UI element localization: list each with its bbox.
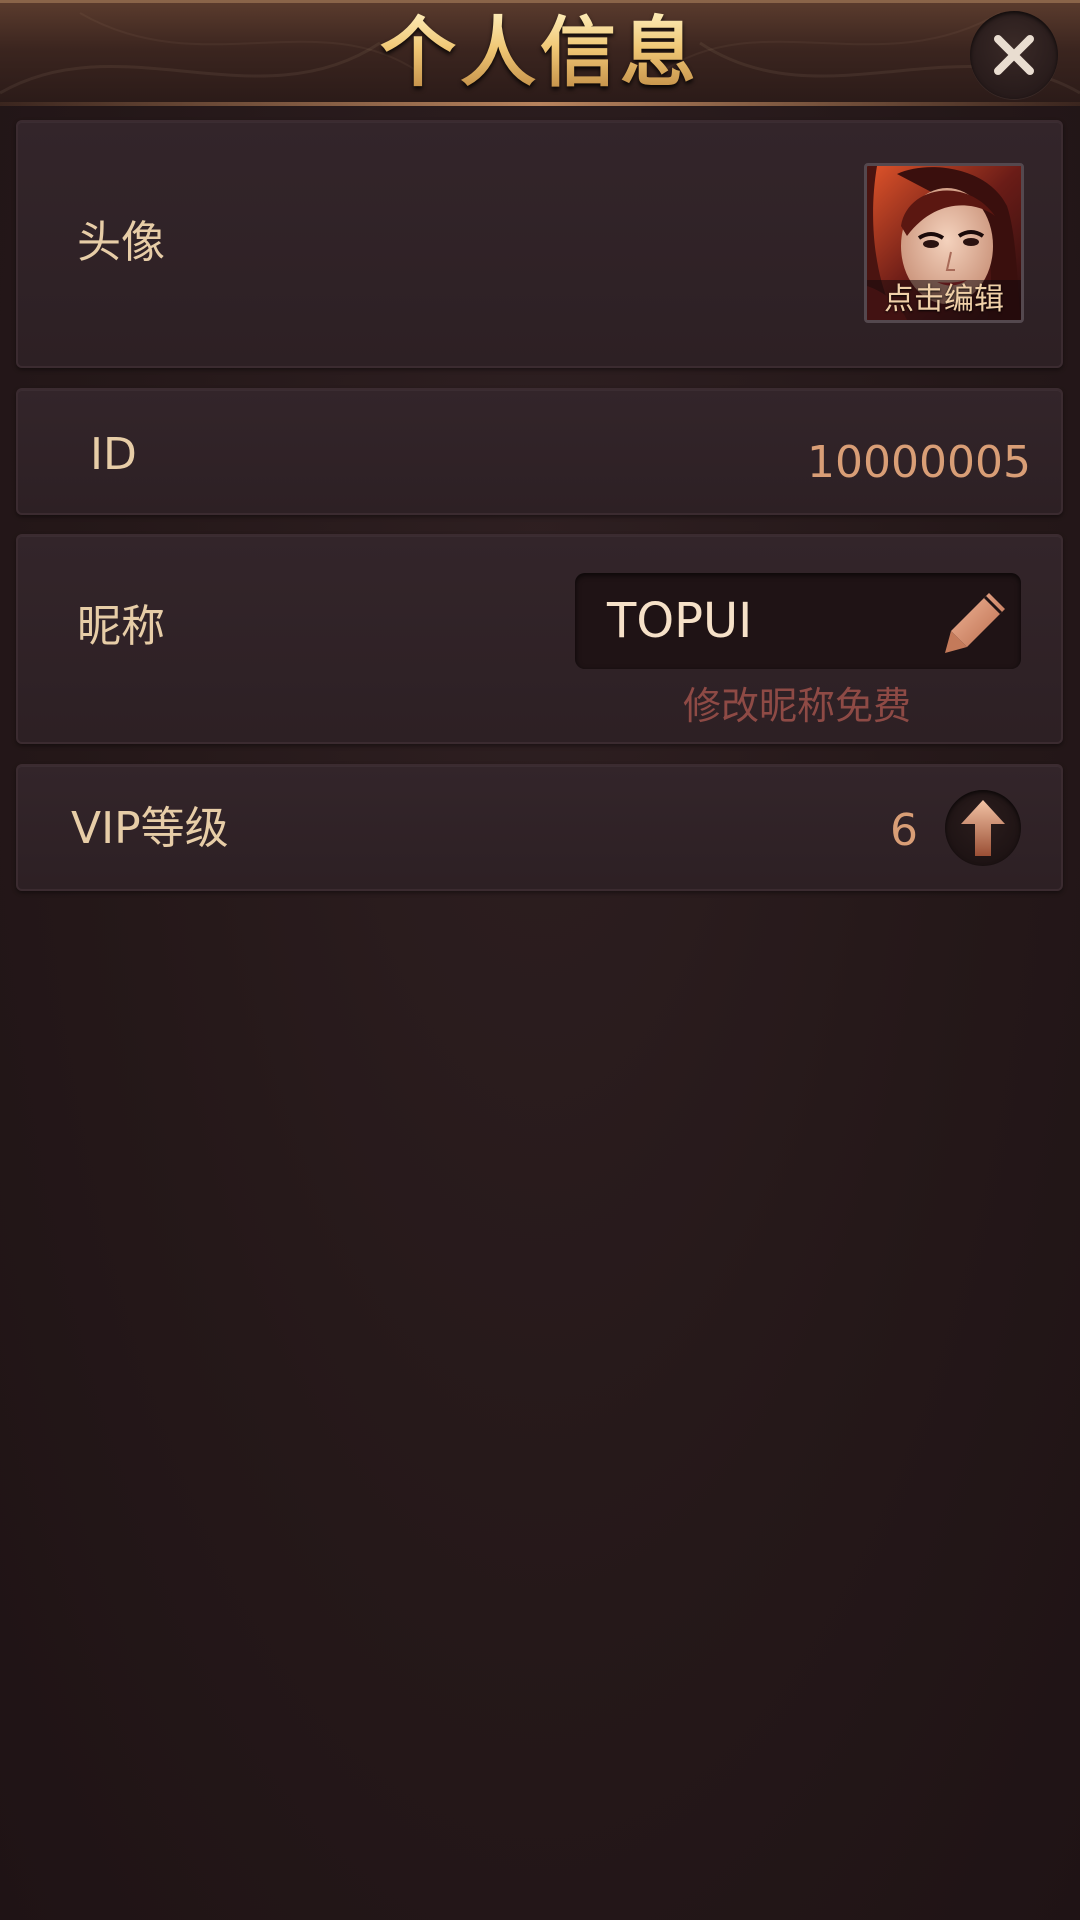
vip-level-value: 6 (890, 805, 918, 856)
avatar[interactable]: 点击编辑 (864, 163, 1024, 323)
header-bar: 个人信息 (0, 0, 1080, 106)
vip-panel: VIP等级 6 (16, 764, 1063, 891)
nickname-hint: 修改昵称免费 (683, 684, 912, 728)
close-icon (994, 35, 1034, 75)
nickname-value: TOPUI (607, 593, 753, 649)
arrow-up-icon (961, 800, 1005, 856)
avatar-panel: 头像 点击编辑 (16, 120, 1063, 368)
avatar-edit-caption: 点击编辑 (867, 280, 1021, 320)
nickname-field[interactable]: TOPUI (575, 573, 1021, 669)
page-title: 个人信息 (0, 5, 1080, 101)
profile-page: 个人信息 头像 点击编辑 ID 10000005 昵称 TOPUI 修改昵称免费… (0, 0, 1080, 1920)
id-label: ID (90, 429, 137, 480)
id-panel: ID 10000005 (16, 388, 1063, 515)
vip-upgrade-button[interactable] (945, 790, 1021, 866)
nickname-label: 昵称 (77, 601, 165, 652)
pencil-icon[interactable] (943, 589, 1009, 655)
nickname-panel: 昵称 TOPUI 修改昵称免费 (16, 534, 1063, 744)
avatar-label: 头像 (77, 217, 165, 268)
id-value: 10000005 (807, 437, 1031, 488)
close-button[interactable] (970, 11, 1058, 99)
vip-label: VIP等级 (71, 803, 229, 854)
